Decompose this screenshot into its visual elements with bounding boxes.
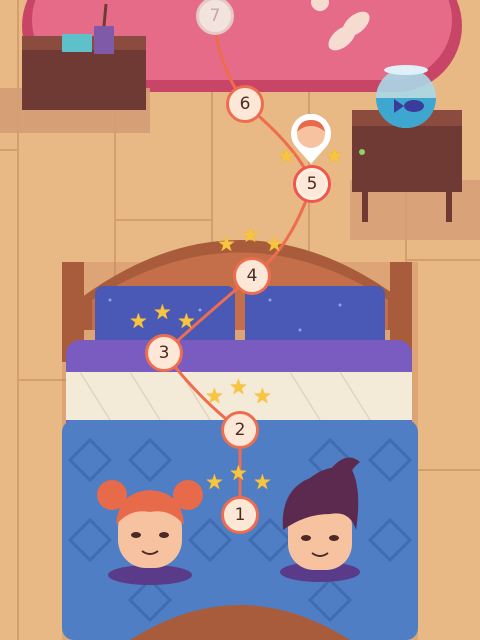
level-4-stars: ★ ★ ★: [217, 223, 284, 256]
level-2-stars: ★ ★ ★: [205, 375, 272, 408]
level-node-6[interactable]: 6: [226, 85, 264, 123]
level-node-2[interactable]: 2: [221, 411, 259, 449]
level-1-stars: ★ ★ ★: [205, 461, 272, 494]
level-node-3[interactable]: 3: [145, 334, 183, 372]
level-node-1[interactable]: 1: [221, 496, 259, 534]
level-3-stars: ★ ★ ★: [129, 300, 196, 333]
level-5-stars: ★ ★: [277, 144, 344, 168]
level-node-5[interactable]: 5: [293, 165, 331, 203]
level-node-4[interactable]: 4: [233, 257, 271, 295]
game-scene: 1 ★ ★ ★ 2 ★ ★ ★ 3 ★ ★ ★ 4 ★ ★ ★ 5 ★ ★ 6 7: [0, 0, 480, 640]
